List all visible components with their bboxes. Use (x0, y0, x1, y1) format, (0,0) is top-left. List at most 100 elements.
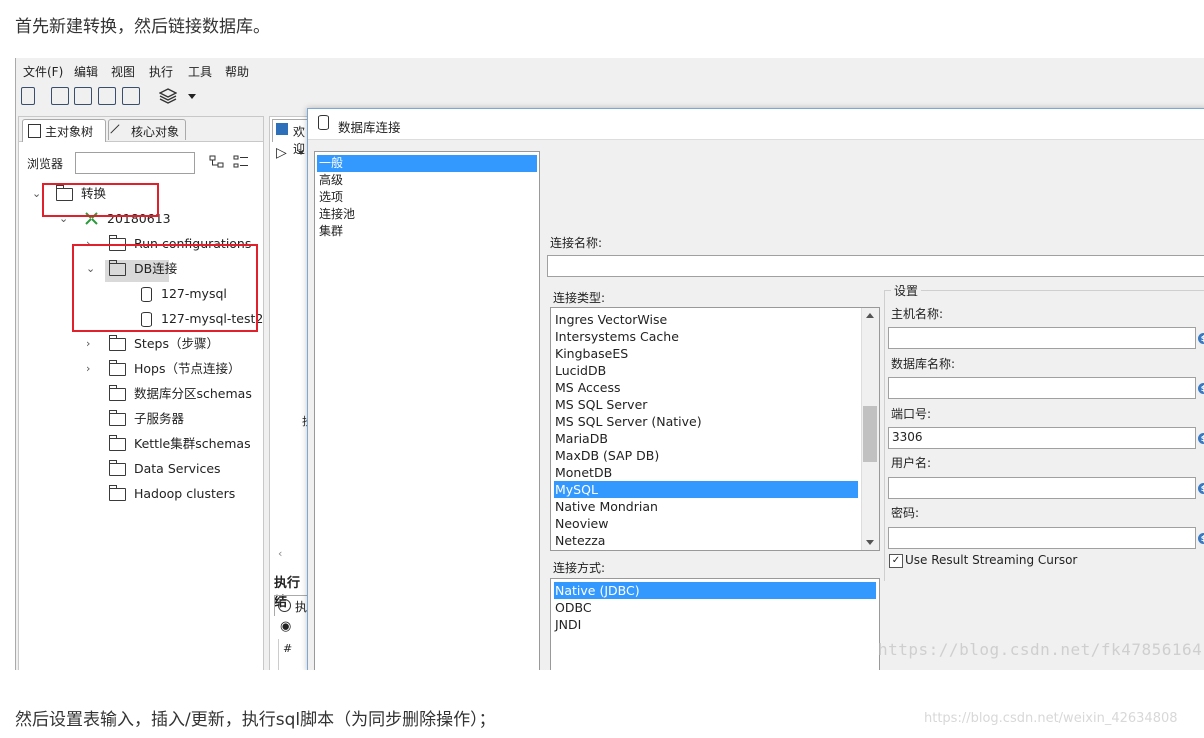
folder-icon (109, 335, 126, 351)
list-item[interactable]: MonetDB (554, 464, 858, 481)
tree-partition-schemas[interactable]: 数据库分区schemas (29, 381, 259, 406)
variable-icon[interactable]: $ (1198, 533, 1204, 544)
kettle-window: 文件(F) 编辑 视图 执行 工具 帮助 主对象树 核心对象 浏览器 ⌄ 转换 … (15, 58, 1204, 670)
run-dropdown-icon[interactable] (298, 151, 304, 155)
category-options[interactable]: 选项 (317, 189, 537, 206)
menu-tools[interactable]: 工具 (188, 63, 212, 80)
chevron-down-icon: ⌄ (32, 187, 42, 200)
list-item[interactable]: MariaDB (554, 430, 858, 447)
save-as-icon[interactable] (122, 87, 140, 105)
user-input[interactable] (888, 477, 1196, 499)
list-item[interactable]: Netezza (554, 532, 858, 549)
list-item[interactable]: KingbaseES (554, 345, 858, 362)
list-item[interactable]: Native Mondrian (554, 498, 858, 515)
save-icon[interactable] (98, 87, 116, 105)
left-panel: 主对象树 核心对象 浏览器 ⌄ 转换 ⌄ 20180613 › Run conf… (18, 116, 264, 670)
password-input[interactable] (888, 527, 1196, 549)
tree-hops[interactable]: › Hops（节点连接） (29, 356, 249, 381)
scroll-down-icon[interactable] (866, 540, 874, 545)
host-input[interactable] (888, 327, 1196, 349)
list-item[interactable]: ODBC (554, 599, 858, 616)
database-connection-dialog: 数据库连接 一般 高级 选项 连接池 集群 连接名称: 连接类型: Ingres… (307, 108, 1204, 670)
scroll-up-icon[interactable] (866, 313, 874, 318)
menu-file[interactable]: 文件(F) (23, 63, 63, 80)
list-item[interactable]: MaxDB (SAP DB) (554, 447, 858, 464)
category-clustering[interactable]: 集群 (317, 223, 537, 240)
list-item[interactable]: Intersystems Cache (554, 328, 858, 345)
list-item[interactable]: MS SQL Server (554, 396, 858, 413)
tab-exec-label: 执 (295, 600, 308, 614)
tab-welcome[interactable]: 欢迎 (272, 119, 310, 156)
tab-core-objects-label: 核心对象 (131, 125, 180, 139)
list-item[interactable]: MS Access (554, 379, 858, 396)
tab-exec-history[interactable]: 执 (274, 595, 310, 616)
list-item[interactable]: JNDI (554, 616, 858, 633)
access-type-list[interactable]: Native (JDBC) ODBC JNDI (550, 578, 880, 670)
settings-group: 设置 主机名称: $ 数据库名称: $ 端口号: 3306 $ 用户名: $ 密… (884, 282, 1204, 581)
search-icon (28, 124, 41, 138)
category-advanced[interactable]: 高级 (317, 172, 537, 189)
database-icon (318, 115, 329, 130)
explore-icon[interactable] (74, 87, 92, 105)
tab-core-objects[interactable]: 核心对象 (108, 119, 186, 140)
folder-icon (109, 410, 126, 426)
tree-hadoop-clusters[interactable]: Hadoop clusters (29, 481, 249, 506)
new-file-icon[interactable] (21, 87, 35, 105)
chevron-right-icon: › (86, 362, 91, 375)
tab-main-tree[interactable]: 主对象树 (22, 119, 106, 142)
streaming-label: Use Result Streaming Cursor (905, 553, 1078, 567)
browser-search-input[interactable] (75, 152, 195, 174)
variable-icon[interactable]: $ (1198, 383, 1204, 394)
tree-data-services[interactable]: Data Services (29, 456, 249, 481)
image-watermark: https://blog.csdn.net/fk478561641 (878, 640, 1204, 659)
tree-steps[interactable]: › Steps（步骤） (29, 331, 249, 356)
list-item[interactable]: MS SQL Server (Native) (554, 413, 858, 430)
eye-icon[interactable]: ◉ (280, 619, 291, 634)
dbname-input[interactable] (888, 377, 1196, 399)
run-icon[interactable]: ▷ (276, 145, 287, 161)
expand-tree-icon[interactable] (209, 155, 225, 169)
variable-icon[interactable]: $ (1198, 483, 1204, 494)
category-general[interactable]: 一般 (317, 155, 537, 172)
scroll-left-icon[interactable]: ‹ (278, 547, 282, 560)
tree-cluster-label: Kettle集群schemas (134, 436, 251, 451)
open-folder-icon[interactable] (51, 87, 69, 105)
category-list: 一般 高级 选项 连接池 集群 (314, 151, 540, 670)
conn-type-scrollbar[interactable] (861, 308, 879, 550)
streaming-checkbox[interactable]: ✓ (889, 554, 903, 568)
intro-text: 首先新建转换，然后链接数据库。 (15, 17, 270, 37)
conn-name-label: 连接名称: (550, 236, 603, 250)
layers-icon[interactable] (159, 87, 177, 105)
outro-text: 然后设置表输入，插入/更新，执行sql脚本（为同步删除操作）； (15, 710, 496, 730)
conn-type-list[interactable]: Ingres VectorWise Intersystems Cache Kin… (550, 307, 880, 551)
menu-run[interactable]: 执行 (149, 63, 173, 80)
variable-icon[interactable]: $ (1198, 433, 1204, 444)
port-label: 端口号: (891, 407, 932, 421)
folder-icon (109, 385, 126, 401)
tree-hops-label: Hops（节点连接） (134, 361, 241, 376)
variable-icon[interactable]: $ (1198, 333, 1204, 344)
tree-slave-servers[interactable]: 子服务器 (29, 406, 249, 431)
list-item-selected[interactable]: MySQL (554, 481, 858, 498)
collapse-tree-icon[interactable] (233, 155, 249, 169)
layers-dropdown-icon[interactable] (188, 94, 196, 99)
tree-cluster-schemas[interactable]: Kettle集群schemas (29, 431, 259, 456)
footer-watermark: https://blog.csdn.net/weixin_42634808 (924, 711, 1178, 726)
settings-title: 设置 (891, 282, 922, 299)
list-item[interactable]: LucidDB (554, 362, 858, 379)
list-item-selected[interactable]: Native (JDBC) (554, 582, 876, 599)
dialog-titlebar: 数据库连接 (308, 109, 1204, 140)
menu-view[interactable]: 视图 (111, 63, 135, 80)
menubar: 文件(F) 编辑 视图 执行 工具 帮助 (16, 58, 1204, 82)
port-input[interactable]: 3306 (888, 427, 1196, 449)
list-item[interactable]: Neoview (554, 515, 858, 532)
menu-help[interactable]: 帮助 (225, 63, 249, 80)
chevron-right-icon: › (86, 337, 91, 350)
list-item[interactable]: Ingres VectorWise (554, 311, 858, 328)
conn-name-input[interactable] (547, 255, 1204, 277)
tree-partition-label: 数据库分区schemas (134, 386, 252, 401)
conn-type-label: 连接类型: (553, 291, 606, 305)
scroll-thumb[interactable] (863, 406, 877, 462)
category-pooling[interactable]: 连接池 (317, 206, 537, 223)
menu-edit[interactable]: 编辑 (74, 63, 98, 80)
